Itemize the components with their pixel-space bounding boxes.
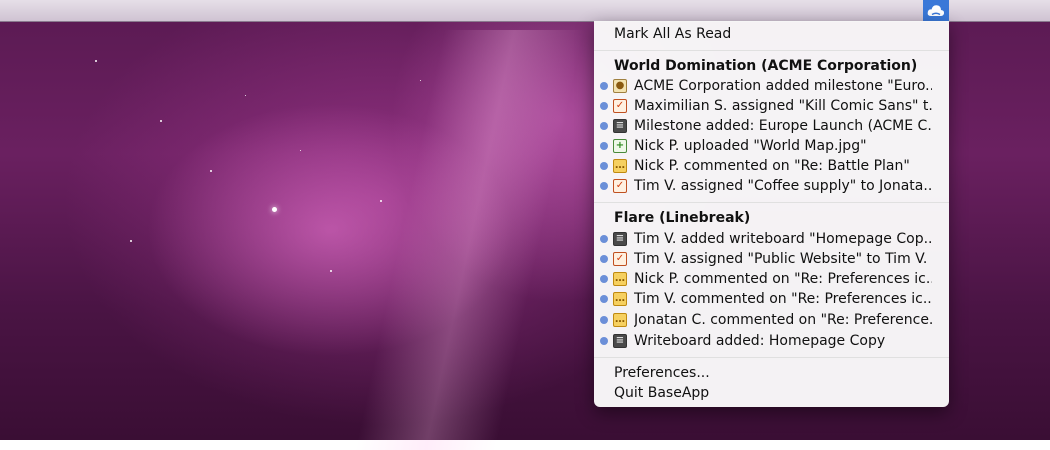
preferences-label: Preferences... bbox=[614, 365, 710, 381]
quit-item[interactable]: Quit BaseApp bbox=[594, 383, 949, 403]
group-header-world-domination: World Domination (ACME Corporation) bbox=[594, 56, 949, 76]
unread-dot bbox=[600, 122, 608, 130]
writeboard-icon: ≡ bbox=[613, 119, 627, 133]
file-upload-icon: + bbox=[613, 139, 627, 153]
unread-dot bbox=[600, 142, 608, 150]
unread-dot bbox=[600, 316, 608, 324]
notification-item[interactable]: ≡ Writeboard added: Homepage Copy bbox=[594, 331, 949, 351]
notification-text: Maximilian S. assigned "Kill Comic Sans"… bbox=[634, 98, 932, 114]
comment-icon: … bbox=[613, 292, 627, 306]
notification-text: Nick P. commented on "Re: Battle Plan" bbox=[634, 158, 910, 174]
notification-text: Tim V. commented on "Re: Preferences ic.… bbox=[634, 291, 932, 307]
notification-text: Tim V. assigned "Public Website" to Tim … bbox=[634, 251, 928, 267]
unread-dot bbox=[600, 182, 608, 190]
unread-dot bbox=[600, 295, 608, 303]
todo-check-icon: ✓ bbox=[613, 179, 627, 193]
notification-item[interactable]: … Nick P. commented on "Re: Preferences … bbox=[594, 269, 949, 289]
notification-item[interactable]: ✓ Tim V. assigned "Coffee supply" to Jon… bbox=[594, 176, 949, 196]
menu-separator bbox=[594, 202, 949, 203]
wallpaper-star bbox=[272, 207, 277, 212]
notification-item[interactable]: … Jonatan C. commented on "Re: Preferenc… bbox=[594, 310, 949, 330]
unread-dot bbox=[600, 235, 608, 243]
status-dropdown-menu: Mark All As Read World Domination (ACME … bbox=[594, 21, 949, 407]
notification-text: Tim V. added writeboard "Homepage Cop... bbox=[634, 231, 932, 247]
todo-check-icon: ✓ bbox=[613, 252, 627, 266]
wallpaper-star bbox=[130, 240, 132, 242]
cloud-icon bbox=[927, 4, 945, 16]
unread-dot bbox=[600, 337, 608, 345]
wallpaper-star bbox=[380, 200, 382, 202]
menu-separator bbox=[594, 357, 949, 358]
notification-text: Tim V. assigned "Coffee supply" to Jonat… bbox=[634, 178, 932, 194]
notification-text: Nick P. commented on "Re: Preferences ic… bbox=[634, 271, 932, 287]
milestone-icon: ● bbox=[613, 79, 627, 93]
unread-dot bbox=[600, 255, 608, 263]
notification-item[interactable]: … Tim V. commented on "Re: Preferences i… bbox=[594, 289, 949, 309]
wallpaper-star bbox=[420, 80, 421, 81]
mark-all-read-item[interactable]: Mark All As Read bbox=[594, 24, 949, 44]
notification-item[interactable]: … Nick P. commented on "Re: Battle Plan" bbox=[594, 156, 949, 176]
writeboard-icon: ≡ bbox=[613, 334, 627, 348]
wallpaper-star bbox=[245, 95, 246, 96]
preferences-item[interactable]: Preferences... bbox=[594, 363, 949, 383]
group-header-flare: Flare (Linebreak) bbox=[594, 208, 949, 228]
notification-item[interactable]: ✓ Maximilian S. assigned "Kill Comic San… bbox=[594, 96, 949, 116]
comment-icon: … bbox=[613, 159, 627, 173]
wallpaper-light-streak bbox=[355, 30, 585, 450]
unread-dot bbox=[600, 162, 608, 170]
notification-text: ACME Corporation added milestone "Euro..… bbox=[634, 78, 932, 94]
wallpaper-star bbox=[160, 120, 162, 122]
notification-text: Milestone added: Europe Launch (ACME C..… bbox=[634, 118, 932, 134]
quit-label: Quit BaseApp bbox=[614, 385, 710, 401]
wallpaper-star bbox=[330, 270, 332, 272]
wallpaper-star bbox=[210, 170, 212, 172]
notification-item[interactable]: ● ACME Corporation added milestone "Euro… bbox=[594, 76, 949, 96]
menu-bar bbox=[0, 0, 1050, 22]
notification-text: Writeboard added: Homepage Copy bbox=[634, 333, 886, 349]
notification-item[interactable]: + Nick P. uploaded "World Map.jpg" bbox=[594, 136, 949, 156]
notification-text: Nick P. uploaded "World Map.jpg" bbox=[634, 138, 867, 154]
unread-dot bbox=[600, 82, 608, 90]
comment-icon: … bbox=[613, 272, 627, 286]
unread-dot bbox=[600, 102, 608, 110]
group-title: World Domination (ACME Corporation) bbox=[614, 58, 918, 74]
wallpaper-star bbox=[300, 150, 301, 151]
notification-item[interactable]: ✓ Tim V. assigned "Public Website" to Ti… bbox=[594, 249, 949, 269]
notification-item[interactable]: ≡ Tim V. added writeboard "Homepage Cop.… bbox=[594, 229, 949, 249]
group-title: Flare (Linebreak) bbox=[614, 210, 751, 226]
notification-item[interactable]: ≡ Milestone added: Europe Launch (ACME C… bbox=[594, 116, 949, 136]
comment-icon: … bbox=[613, 313, 627, 327]
wallpaper-star bbox=[95, 60, 97, 62]
writeboard-icon: ≡ bbox=[613, 232, 627, 246]
unread-dot bbox=[600, 275, 608, 283]
notification-text: Jonatan C. commented on "Re: Preference.… bbox=[634, 312, 932, 328]
mark-all-read-label: Mark All As Read bbox=[614, 26, 732, 42]
baseapp-status-item[interactable] bbox=[923, 0, 949, 21]
todo-check-icon: ✓ bbox=[613, 99, 627, 113]
menu-separator bbox=[594, 50, 949, 51]
